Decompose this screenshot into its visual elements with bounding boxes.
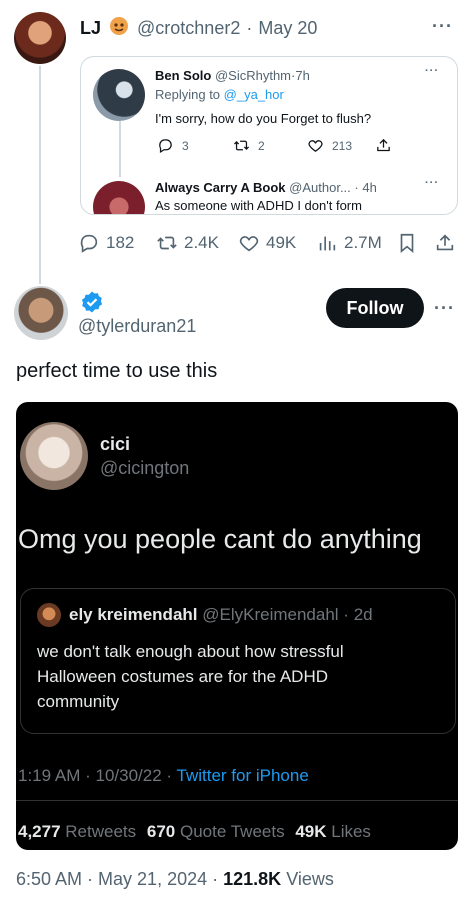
second-quoted-time: 4h bbox=[362, 180, 377, 195]
second-quoted-handle: @Author... bbox=[289, 180, 351, 195]
ben-solo-likes: 213 bbox=[307, 137, 352, 154]
reply-bookmark-button[interactable] bbox=[396, 232, 418, 254]
reply-icon bbox=[80, 234, 98, 253]
replying-to-handle: @_ya_hor bbox=[223, 87, 284, 102]
ben-solo-retweets: 2 bbox=[233, 137, 265, 154]
verified-badge-icon bbox=[80, 290, 104, 319]
main-views-count: 121.8K bbox=[223, 869, 282, 889]
heart-icon bbox=[308, 140, 323, 152]
bookmark-icon bbox=[400, 233, 414, 254]
second-quoted-text: As someone with ADHD I don't form bbox=[155, 198, 362, 213]
avatar-always-carry-a-book bbox=[93, 181, 145, 214]
quoted-thread-line bbox=[119, 121, 121, 177]
heart-icon bbox=[239, 236, 259, 252]
reply-retweets-count: 2.4K bbox=[184, 233, 219, 252]
emoji-badge-icon bbox=[107, 15, 131, 42]
reply-views-button[interactable]: 2.7M bbox=[316, 232, 382, 254]
embedded-likes-count: 49K bbox=[295, 822, 327, 841]
reply-more-icon[interactable]: ··· bbox=[432, 16, 453, 37]
reply-retweet-button[interactable]: 2.4K bbox=[156, 232, 219, 254]
ben-solo-text: I'm sorry, how do you Forget to flush? bbox=[155, 111, 372, 126]
reply-views-count: 2.7M bbox=[344, 233, 382, 252]
embedded-source: Twitter for iPhone bbox=[176, 766, 309, 785]
embedded-time: 1:19 AM bbox=[18, 766, 81, 785]
embedded-quote-name: ely kreimendahl bbox=[69, 605, 198, 624]
ben-solo-header: Ben Solo @SicRhythm·7h bbox=[155, 68, 310, 83]
second-quoted-header: Always Carry A Book @Author... · 4h bbox=[155, 180, 377, 195]
embedded-quote-text: we don't talk enough about how stressful… bbox=[37, 642, 344, 711]
ben-solo-time: 7h bbox=[295, 68, 310, 83]
embedded-date: 10/30/22 bbox=[95, 766, 162, 785]
reply-replies-button[interactable]: 182 bbox=[78, 232, 134, 254]
embedded-name: cici bbox=[100, 434, 131, 454]
views-chart-icon bbox=[319, 236, 336, 251]
share-icon bbox=[436, 234, 454, 251]
quoted-thread-card[interactable]: Ben Solo @SicRhythm·7h ··· Replying to @… bbox=[80, 56, 458, 215]
embedded-divider bbox=[16, 800, 458, 801]
ben-solo-share bbox=[375, 137, 392, 154]
retweet-icon bbox=[157, 236, 177, 250]
embedded-quote-card: ely kreimendahl @ElyKreimendahl · 2d we … bbox=[20, 588, 456, 734]
main-tweet-text: perfect time to use this bbox=[16, 360, 218, 382]
avatar-ely bbox=[37, 603, 61, 627]
reply-share-button[interactable] bbox=[434, 232, 456, 254]
second-quoted-more-icon: ··· bbox=[425, 177, 439, 189]
embedded-quotes-count: 670 bbox=[146, 822, 176, 841]
retweet-icon bbox=[233, 140, 250, 151]
embedded-meta: 1:19 AM · 10/30/22 · Twitter for iPhone bbox=[18, 766, 309, 785]
embedded-quote-time: 2d bbox=[353, 605, 373, 624]
main-timestamp-row: 6:50 AM · May 21, 2024 · 121.8K Views bbox=[16, 869, 334, 889]
main-author-handle[interactable]: @tylerduran21 bbox=[78, 316, 196, 337]
reply-header: LJ @crotchner2 · May 20 bbox=[80, 15, 317, 42]
reply-icon bbox=[159, 139, 172, 154]
reply-replies-count: 182 bbox=[106, 233, 135, 252]
embedded-quotes-label: Quote Tweets bbox=[180, 822, 285, 841]
replying-to: Replying to @_ya_hor bbox=[155, 87, 284, 102]
thread-line bbox=[39, 66, 41, 284]
second-quoted-name: Always Carry A Book bbox=[155, 180, 286, 195]
embedded-tweet-image[interactable]: cici @cicington Omg you people cant do a… bbox=[16, 402, 458, 850]
reply-author-handle[interactable]: @crotchner2 bbox=[137, 18, 240, 39]
avatar-ben-solo bbox=[93, 69, 145, 121]
ben-solo-name: Ben Solo bbox=[155, 68, 212, 83]
main-more-icon[interactable]: ··· bbox=[434, 298, 455, 319]
reply-likes-count: 49K bbox=[266, 233, 297, 252]
embedded-retweets-label: Retweets bbox=[65, 822, 137, 841]
embedded-quote-header: ely kreimendahl @ElyKreimendahl · 2d bbox=[69, 605, 373, 624]
embedded-likes-label: Likes bbox=[331, 822, 371, 841]
avatar-tylerduran21[interactable] bbox=[14, 286, 68, 340]
embedded-retweets-count: 4,277 bbox=[18, 822, 61, 841]
ben-solo-handle: @SicRhythm bbox=[214, 68, 292, 83]
share-icon bbox=[377, 138, 390, 152]
main-timestamp[interactable]: 6:50 AM · May 21, 2024 bbox=[16, 869, 207, 889]
replying-to-prefix: Replying to bbox=[155, 87, 221, 102]
avatar-lj[interactable] bbox=[14, 12, 66, 64]
follow-button[interactable]: Follow bbox=[326, 288, 424, 328]
separator-dot: · bbox=[246, 18, 253, 38]
avatar-cici bbox=[20, 422, 88, 490]
reply-like-button[interactable]: 49K bbox=[238, 232, 296, 254]
reply-author-name[interactable]: LJ bbox=[80, 18, 101, 39]
embedded-handle: @cicington bbox=[100, 458, 190, 478]
main-views-label: Views bbox=[286, 869, 334, 889]
embedded-text: Omg you people cant do anything bbox=[18, 524, 422, 554]
embedded-quote-handle: @ElyKreimendahl bbox=[202, 605, 339, 624]
reply-date[interactable]: May 20 bbox=[258, 18, 317, 39]
ben-solo-replies: 3 bbox=[157, 137, 189, 154]
embedded-stats: 4,277 Retweets 670 Quote Tweets 49K Like… bbox=[18, 822, 371, 842]
ben-solo-more-icon: ··· bbox=[425, 65, 439, 77]
